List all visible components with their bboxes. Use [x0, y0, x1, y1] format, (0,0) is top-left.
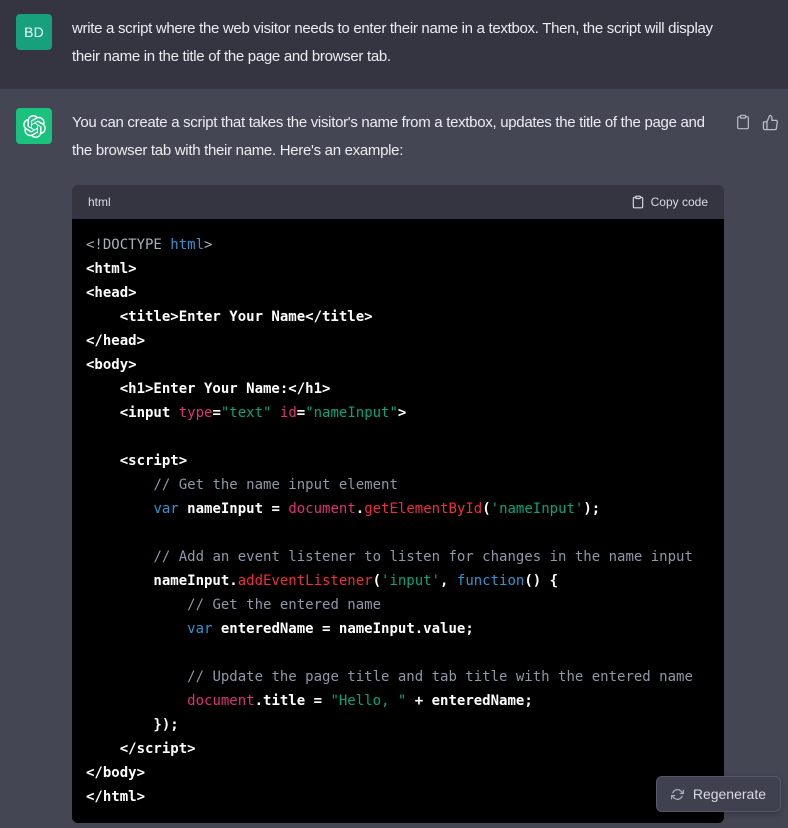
clipboard-icon [631, 195, 645, 209]
code-line: <h1>Enter Your Name:</h1> [86, 381, 331, 397]
code-language-label: html [88, 195, 111, 209]
clipboard-icon [735, 113, 751, 131]
code-line: // Update the page title and tab title w… [187, 669, 693, 685]
code-line: // Get the entered name [187, 597, 382, 613]
code-line: <title>Enter Your Name</title> [86, 309, 373, 325]
code-line: </html> [86, 789, 146, 805]
code-block: html Copy code <!DOCTYPE html> <html> <hea… [72, 185, 724, 823]
code-line: <head> [86, 285, 137, 301]
refresh-icon [670, 788, 684, 801]
code-line: }); [86, 717, 179, 733]
code-line: <body> [86, 357, 137, 373]
code-line: var nameInput = document.getElementById(… [153, 501, 601, 517]
user-avatar: BD [16, 14, 52, 50]
user-message-body: write a script where the web visitor nee… [72, 14, 772, 71]
code-line: </script> [86, 741, 196, 757]
assistant-message-row: You can create a script that takes the v… [0, 88, 788, 828]
copy-code-button[interactable]: Copy code [631, 195, 708, 209]
openai-logo-icon [22, 114, 46, 138]
code-line: nameInput.addEventListener('input', func… [86, 573, 559, 589]
thumbs-up-button[interactable] [762, 113, 779, 131]
code-line: <!DOCTYPE html> [86, 237, 213, 253]
assistant-message-body: You can create a script that takes the v… [72, 108, 772, 823]
user-message-text: write a script where the web visitor nee… [72, 20, 713, 65]
code-line: // Add an event listener to listen for c… [153, 549, 693, 565]
user-message-row: BD write a script where the web visitor … [0, 0, 788, 88]
code-line: </body> [86, 765, 146, 781]
chat-page: BD write a script where the web visitor … [0, 0, 788, 828]
copy-code-label: Copy code [650, 195, 708, 209]
regenerate-button[interactable]: Regenerate [655, 776, 781, 812]
regenerate-label: Regenerate [692, 786, 766, 802]
assistant-intro-text: You can create a script that takes the v… [72, 114, 705, 159]
code-block-header: html Copy code [72, 185, 724, 219]
code-line: <html> [86, 261, 137, 277]
code-line: // Get the name input element [153, 477, 398, 493]
code-content: <!DOCTYPE html> <html> <head> <title>Enter… [72, 219, 724, 823]
code-line: var enteredName = nameInput.value; [187, 621, 474, 637]
user-avatar-initials: BD [24, 24, 44, 40]
copy-response-button[interactable] [735, 113, 751, 131]
code-line: <input type="text" id="nameInput"> [86, 405, 407, 421]
assistant-message-actions [735, 113, 779, 131]
assistant-avatar [16, 108, 52, 144]
thumbs-up-icon [762, 114, 779, 131]
code-line: <script> [86, 453, 188, 469]
code-line: document.title = "Hello, " + enteredName… [187, 693, 533, 709]
code-line: </head> [86, 333, 146, 349]
